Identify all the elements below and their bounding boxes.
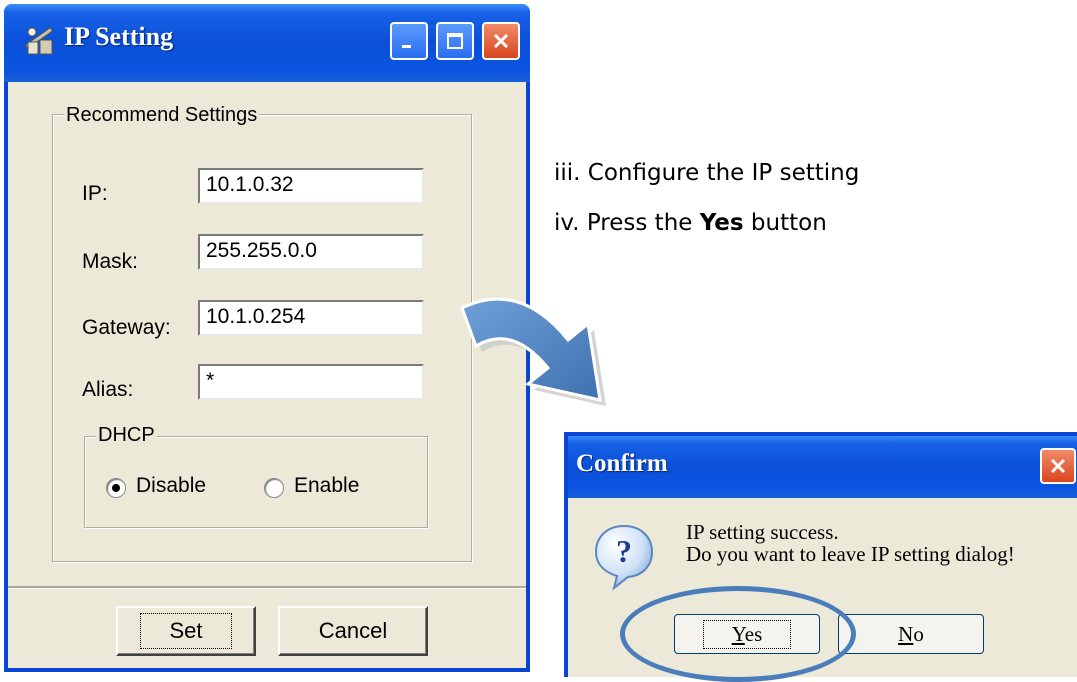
no-button[interactable]: No [838, 614, 984, 654]
close-icon [493, 33, 509, 49]
cancel-button[interactable]: Cancel [278, 606, 428, 656]
no-rest: o [913, 621, 924, 646]
mask-label: Mask: [82, 250, 139, 273]
dhcp-enable-label[interactable]: Enable [294, 474, 359, 498]
no-mnemonic: N [898, 621, 914, 646]
minimize-icon [402, 45, 411, 48]
curved-arrow-icon [460, 297, 606, 406]
recommend-settings-label: Recommend Settings [64, 104, 260, 127]
no-button-label: No [898, 622, 924, 647]
ip-label: IP: [82, 182, 108, 205]
yes-highlight-ellipse [620, 586, 856, 682]
dhcp-enable-radio[interactable] [264, 478, 284, 498]
set-button-label: Set [140, 613, 232, 649]
dhcp-label: DHCP [96, 424, 157, 447]
confirm-close-button[interactable] [1040, 448, 1076, 484]
question-icon: ? [594, 524, 654, 591]
maximize-icon [447, 33, 463, 49]
cancel-button-label: Cancel [318, 618, 388, 643]
alias-label: Alias: [82, 378, 134, 401]
set-button[interactable]: Set [116, 606, 256, 656]
instruction-step-4-suffix: button [743, 210, 827, 236]
close-button[interactable] [482, 22, 520, 60]
gateway-input[interactable]: 10.1.0.254 [198, 300, 424, 336]
button-separator [8, 586, 526, 589]
mask-input[interactable]: 255.255.0.0 [198, 234, 424, 270]
network-app-icon [24, 27, 54, 55]
instruction-step-4-prefix: iv. Press the [554, 210, 700, 236]
instruction-step-4: iv. Press the Yes button [554, 210, 827, 236]
instruction-step-4-bold: Yes [699, 210, 744, 236]
dhcp-disable-label[interactable]: Disable [136, 474, 206, 498]
maximize-button[interactable] [436, 22, 474, 60]
close-icon [1050, 458, 1066, 474]
ip-setting-titlebar[interactable]: IP Setting [4, 4, 530, 82]
window-title: IP Setting [64, 22, 174, 51]
gateway-label: Gateway: [82, 316, 171, 339]
instruction-step-3: iii. Configure the IP setting [554, 160, 860, 186]
confirm-message-line2: Do you want to leave IP setting dialog! [686, 542, 1015, 566]
dhcp-disable-radio[interactable] [106, 478, 126, 498]
alias-input[interactable]: * [198, 364, 424, 400]
minimize-button[interactable] [390, 22, 428, 60]
ip-input[interactable]: 10.1.0.32 [198, 168, 424, 204]
confirm-title: Confirm [576, 450, 668, 477]
svg-text:?: ? [616, 533, 632, 569]
confirm-titlebar[interactable]: Confirm [568, 436, 1077, 498]
